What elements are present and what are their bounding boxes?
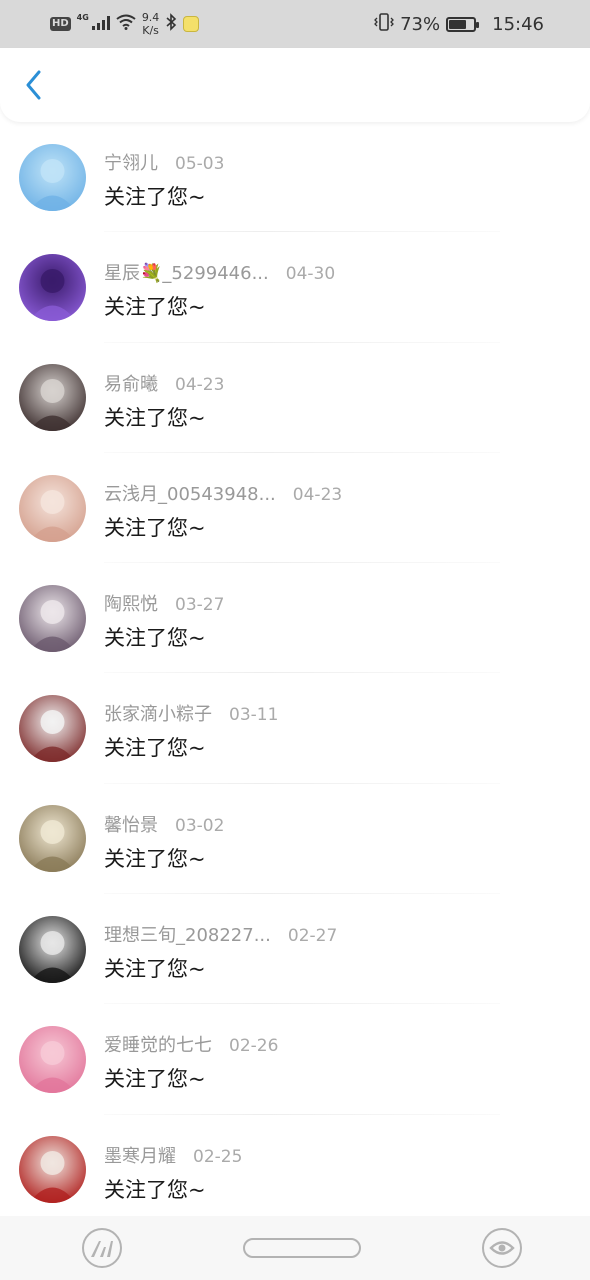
notification-date: 02-27 bbox=[287, 926, 338, 947]
user-name[interactable]: 云浅月_00543948... bbox=[104, 480, 276, 506]
notification-item[interactable]: 墨寒月耀 02-25 关注了您~ bbox=[0, 1115, 590, 1225]
notification-message: 关注了您~ bbox=[104, 846, 206, 871]
navigation-bar bbox=[0, 1216, 590, 1280]
network-type: 4G bbox=[76, 12, 89, 22]
item-text: 墨寒月耀 02-25 关注了您~ bbox=[104, 1142, 242, 1204]
notification-date: 04-23 bbox=[175, 374, 225, 395]
notification-message: 关注了您~ bbox=[104, 957, 206, 982]
item-text: 爱睡觉的七七 02-26 关注了您~ bbox=[104, 1031, 278, 1093]
user-name[interactable]: 墨寒月耀 bbox=[104, 1142, 176, 1168]
back-button[interactable] bbox=[18, 65, 48, 105]
user-name[interactable]: 宁翎儿 bbox=[104, 149, 158, 175]
notification-item[interactable]: 理想三旬_208227... 02-27 关注了您~ bbox=[0, 894, 590, 1005]
notification-date: 05-03 bbox=[175, 154, 225, 174]
avatar[interactable] bbox=[19, 695, 86, 763]
notification-date: 03-11 bbox=[229, 705, 279, 726]
notification-item[interactable]: 陶熙悦 03-27 关注了您~ bbox=[0, 563, 590, 674]
top-bar bbox=[0, 48, 590, 122]
item-text: 星辰💐_5299446... 04-30 关注了您~ bbox=[104, 259, 335, 321]
avatar[interactable] bbox=[19, 143, 86, 211]
item-text: 云浅月_00543948... 04-23 关注了您~ bbox=[104, 480, 342, 542]
notification-date: 04-30 bbox=[285, 264, 336, 285]
item-meta: 张家滴小粽子 03-11 bbox=[104, 700, 278, 726]
item-meta: 易俞曦 04-23 bbox=[104, 370, 224, 396]
notification-message: 关注了您~ bbox=[104, 1067, 206, 1092]
notification-list: 宁翎儿 05-03 关注了您~ 星辰💐_5299446... 04-30 关注了您~ 易俞曦… bbox=[0, 122, 590, 1225]
avatar[interactable] bbox=[19, 915, 86, 983]
notification-message: 关注了您~ bbox=[104, 295, 206, 320]
vibrate-icon bbox=[374, 12, 395, 36]
item-text: 张家滴小粽子 03-11 关注了您~ bbox=[104, 700, 278, 762]
notification-item[interactable]: 张家滴小粽子 03-11 关注了您~ bbox=[0, 673, 590, 784]
notification-item[interactable]: 爱睡觉的七七 02-26 关注了您~ bbox=[0, 1004, 590, 1115]
network-speed: 9.4 K/s bbox=[142, 11, 160, 37]
clock: 15:46 bbox=[492, 13, 544, 35]
avatar[interactable] bbox=[19, 584, 86, 652]
item-text: 宁翎儿 05-03 关注了您~ bbox=[104, 149, 224, 211]
battery-fill bbox=[449, 19, 467, 29]
bluetooth-icon bbox=[165, 12, 177, 36]
chevron-left-icon bbox=[26, 70, 41, 100]
user-name[interactable]: 理想三旬_208227... bbox=[104, 921, 271, 947]
avatar[interactable] bbox=[19, 805, 86, 873]
avatar[interactable] bbox=[19, 364, 86, 432]
status-right: 73% 15:46 bbox=[374, 12, 544, 36]
wifi-icon bbox=[116, 14, 136, 35]
item-meta: 星辰💐_5299446... 04-30 bbox=[104, 259, 335, 285]
signal-icon bbox=[91, 14, 110, 35]
item-meta: 墨寒月耀 02-25 bbox=[104, 1142, 242, 1168]
item-text: 理想三旬_208227... 02-27 关注了您~ bbox=[104, 921, 337, 983]
avatar[interactable] bbox=[19, 253, 86, 321]
notification-date: 02-26 bbox=[229, 1036, 279, 1057]
speed-unit: K/s bbox=[142, 24, 159, 37]
user-name[interactable]: 易俞曦 bbox=[104, 370, 158, 396]
notification-item[interactable]: 馨怡景 03-02 关注了您~ bbox=[0, 784, 590, 895]
app-logo-icon[interactable] bbox=[82, 1228, 122, 1268]
user-name[interactable]: 馨怡景 bbox=[104, 811, 158, 837]
item-meta: 云浅月_00543948... 04-23 bbox=[104, 480, 342, 506]
notification-message: 关注了您~ bbox=[104, 515, 206, 540]
user-name[interactable]: 星辰💐_5299446... bbox=[104, 259, 269, 285]
item-meta: 宁翎儿 05-03 bbox=[104, 149, 224, 175]
item-text: 陶熙悦 03-27 关注了您~ bbox=[104, 590, 224, 652]
battery-icon bbox=[446, 16, 480, 32]
item-meta: 馨怡景 03-02 bbox=[104, 811, 224, 837]
notification-date: 04-23 bbox=[292, 484, 343, 505]
item-meta: 爱睡觉的七七 02-26 bbox=[104, 1031, 278, 1057]
notification-date: 03-02 bbox=[175, 815, 225, 836]
battery-percent: 73% bbox=[400, 13, 441, 35]
status-bar: HD 4G 9.4 K/s 73% 15:46 bbox=[0, 0, 590, 48]
notification-message: 关注了您~ bbox=[104, 1177, 206, 1202]
user-name[interactable]: 陶熙悦 bbox=[104, 590, 158, 616]
notification-date: 02-25 bbox=[193, 1146, 243, 1167]
app-notification-icon bbox=[183, 16, 200, 32]
notification-message: 关注了您~ bbox=[104, 185, 206, 209]
eye-icon[interactable] bbox=[482, 1228, 522, 1268]
hd-badge: HD bbox=[50, 17, 71, 31]
notification-message: 关注了您~ bbox=[104, 626, 206, 651]
notification-item[interactable]: 云浅月_00543948... 04-23 关注了您~ bbox=[0, 453, 590, 564]
item-text: 馨怡景 03-02 关注了您~ bbox=[104, 811, 224, 873]
avatar[interactable] bbox=[19, 1136, 86, 1204]
status-left: HD 4G 9.4 K/s bbox=[50, 11, 200, 37]
avatar[interactable] bbox=[19, 474, 86, 542]
notification-message: 关注了您~ bbox=[104, 405, 206, 430]
notification-message: 关注了您~ bbox=[104, 736, 206, 761]
notification-item[interactable]: 星辰💐_5299446... 04-30 关注了您~ bbox=[0, 232, 590, 343]
user-name[interactable]: 爱睡觉的七七 bbox=[104, 1031, 212, 1057]
user-name[interactable]: 张家滴小粽子 bbox=[104, 700, 212, 726]
notification-item[interactable]: 宁翎儿 05-03 关注了您~ bbox=[0, 122, 590, 233]
notification-item[interactable]: 易俞曦 04-23 关注了您~ bbox=[0, 343, 590, 453]
item-text: 易俞曦 04-23 关注了您~ bbox=[104, 370, 224, 432]
item-meta: 理想三旬_208227... 02-27 bbox=[104, 921, 337, 947]
avatar[interactable] bbox=[19, 1026, 86, 1094]
home-pill[interactable] bbox=[243, 1238, 361, 1258]
item-meta: 陶熙悦 03-27 bbox=[104, 590, 224, 616]
speed-value: 9.4 bbox=[141, 11, 160, 24]
notification-date: 03-27 bbox=[175, 595, 225, 616]
